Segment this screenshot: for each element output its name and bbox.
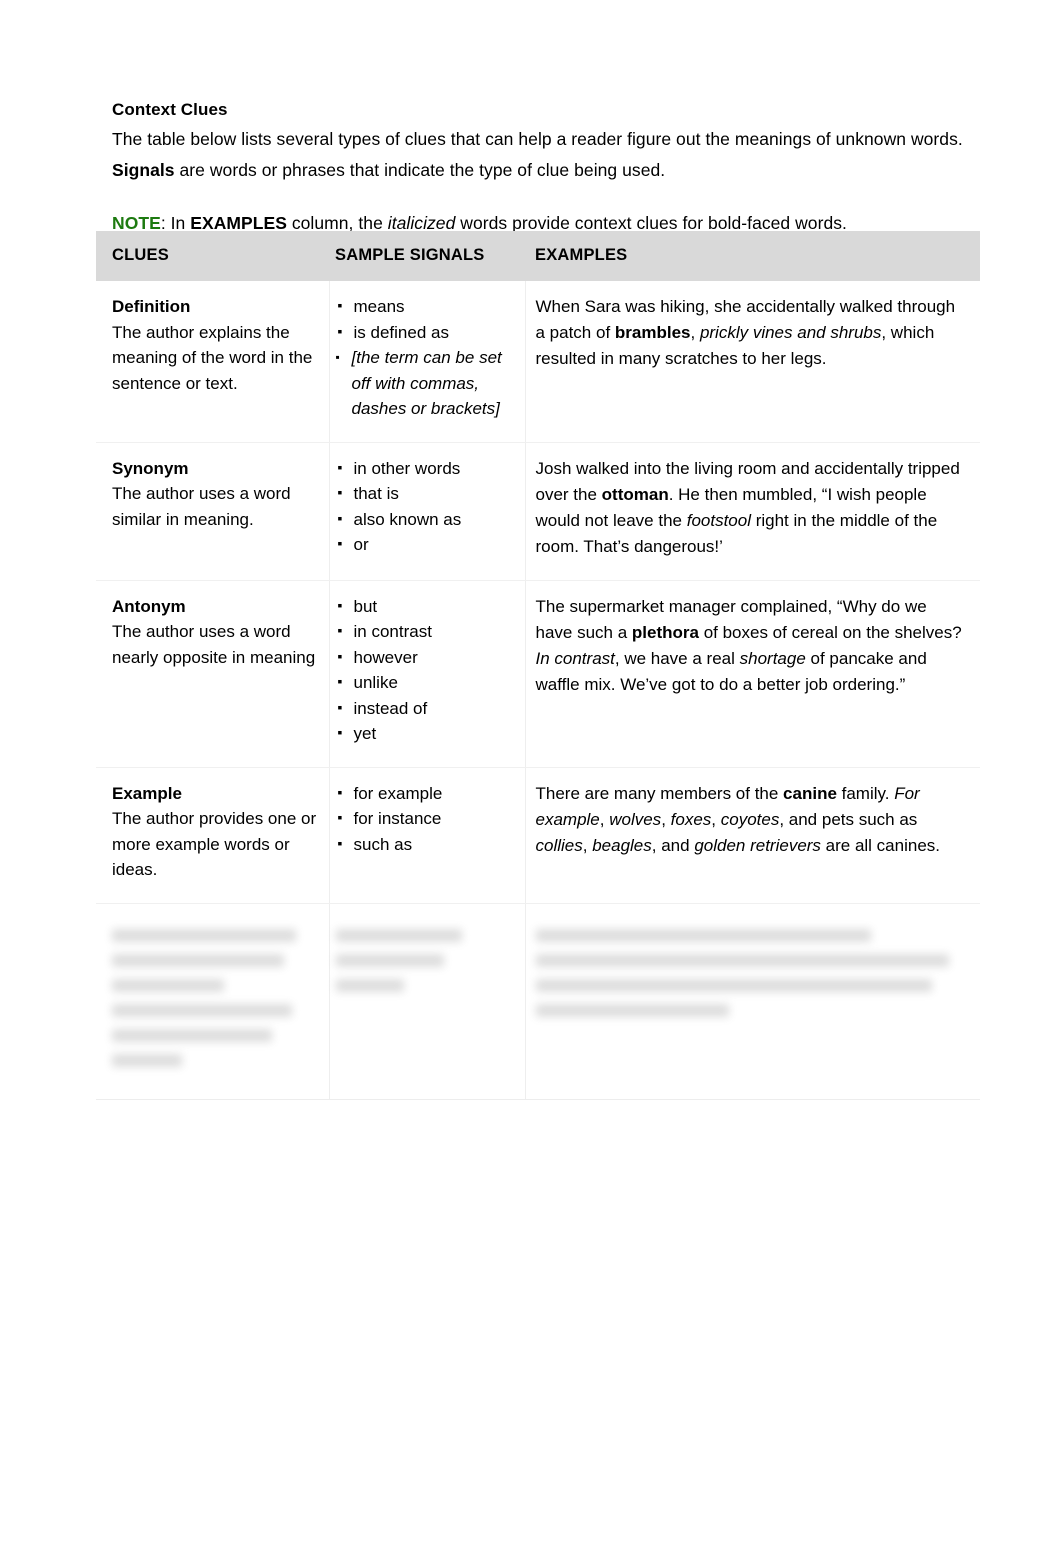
example-italic-clue: prickly vines and shrubs [699, 323, 882, 342]
clue-type-name: Antonym [112, 596, 186, 616]
signal-item: in other words [336, 455, 517, 482]
clue-cell: Synonym The author uses a word similar i… [96, 442, 330, 581]
example-text: , and pets such as [779, 809, 918, 829]
example-bold-word: plethora [631, 622, 699, 642]
intro-text-part2: are words or phrases that indicate the t… [174, 160, 666, 180]
example-italic-clue: footstool [686, 510, 751, 530]
signal-item: instead of [336, 695, 517, 722]
note-label: NOTE [112, 213, 161, 233]
example-text: , [582, 835, 593, 855]
example-bold-word: ottoman [601, 484, 669, 504]
clue-type-name: Definition [112, 297, 191, 316]
signal-item: is defined as [336, 319, 517, 346]
document-page: Context Clues The table below lists seve… [0, 0, 1062, 1556]
signal-item: for example [336, 780, 517, 807]
table-row: Synonym The author uses a word similar i… [96, 442, 980, 581]
blurred-text-block [535, 928, 967, 1017]
signal-item: such as [336, 831, 517, 858]
example-text: , [690, 323, 700, 342]
example-cell: There are many members of the canine fam… [525, 767, 980, 904]
signal-item: or [336, 531, 517, 558]
context-clues-table: CLUES SAMPLE SIGNALS EXAMPLES Definition… [96, 231, 980, 1100]
signal-item: in contrast [336, 618, 517, 645]
clue-cell: Example The author provides one or more … [96, 767, 330, 904]
blurred-text-block [112, 928, 317, 1067]
example-italic-clue: foxes [670, 809, 712, 829]
signals-list: but in contrast however unlike instead o… [336, 593, 517, 747]
note-text-part3: words provide context clues for bold-fac… [455, 213, 847, 233]
signal-item: that is [336, 480, 517, 507]
example-italic-clue: In contrast [535, 648, 615, 668]
signals-list: means is defined as [the term can be set… [336, 293, 517, 422]
column-header-sample-signals: SAMPLE SIGNALS [329, 231, 525, 281]
signals-cell: means is defined as [the term can be set… [329, 281, 526, 443]
note-text-part2: column, the [286, 213, 388, 233]
clue-cell: Antonym The author uses a word nearly op… [96, 580, 330, 768]
example-text: are all canines. [820, 835, 941, 855]
example-italic-clue: beagles [592, 835, 652, 855]
signals-cell-obscured [329, 903, 526, 1100]
example-italic-clue: shortage [739, 648, 806, 668]
table-row: Definition The author explains the meani… [96, 281, 980, 443]
note-text-part1: : In [160, 213, 191, 233]
document-body: Context Clues The table below lists seve… [112, 96, 980, 239]
signal-item: however [336, 644, 517, 671]
example-bold-word: canine [783, 783, 837, 803]
example-cell: Josh walked into the living room and acc… [525, 442, 980, 581]
note-examples-bold: EXAMPLES [190, 213, 287, 233]
clue-type-name: Example [112, 783, 182, 803]
clue-description: The author explains the meaning of the w… [112, 322, 313, 393]
clue-cell: Definition The author explains the meani… [96, 281, 330, 443]
table-row: Example The author provides one or more … [96, 767, 980, 904]
table-row: Antonym The author uses a word nearly op… [96, 580, 980, 768]
signals-cell: for example for instance such as [329, 767, 526, 904]
example-cell: When Sara was hiking, she accidentally w… [525, 281, 980, 443]
note-italicized-word: italicized [387, 213, 456, 233]
example-text: There are many members of the [535, 783, 784, 803]
blurred-text-block [335, 928, 517, 992]
example-italic-clue: golden retrievers [694, 835, 821, 855]
column-header-examples: EXAMPLES [525, 231, 980, 281]
signal-item: also known as [336, 506, 517, 533]
clue-description: The author uses a word similar in meanin… [112, 484, 291, 529]
signals-list: for example for instance such as [336, 780, 517, 858]
signals-cell: but in contrast however unlike instead o… [329, 580, 526, 768]
clue-description: The author provides one or more example … [112, 809, 317, 879]
signal-item: but [336, 593, 517, 620]
page-title: Context Clues [112, 100, 228, 119]
example-text: , we have a real [614, 648, 740, 668]
signal-item: unlike [336, 669, 517, 696]
example-text: , and [651, 835, 695, 855]
signals-cell: in other words that is also known as or [329, 442, 526, 581]
column-header-clues: CLUES [96, 231, 329, 281]
example-cell: The supermarket manager complained, “Why… [525, 580, 980, 768]
table-header-row: CLUES SAMPLE SIGNALS EXAMPLES [96, 231, 980, 281]
example-text: , [711, 809, 721, 829]
signal-item: for instance [336, 805, 517, 832]
signal-item: [the term can be set off with commas, da… [336, 345, 517, 422]
example-cell-obscured [525, 903, 980, 1100]
example-text: of boxes of cereal on the shelves? [698, 622, 962, 642]
signals-list: in other words that is also known as or [336, 455, 517, 558]
signal-item: means [336, 293, 517, 320]
clue-type-name: Synonym [112, 458, 189, 478]
example-italic-clue: collies [535, 835, 583, 855]
example-italic-clue: coyotes [720, 809, 780, 829]
table-row-obscured [96, 903, 980, 1100]
example-text: , [599, 809, 610, 829]
example-text: , [661, 809, 671, 829]
signal-item: yet [336, 720, 517, 747]
example-italic-clue: wolves [609, 809, 662, 829]
intro-signals-bold: Signals [112, 160, 175, 180]
example-text: family. [836, 783, 895, 803]
clue-cell-obscured [96, 903, 330, 1100]
intro-text-part1: The table below lists several types of c… [112, 129, 963, 149]
intro-paragraph: The table below lists several types of c… [112, 124, 980, 186]
example-bold-word: brambles [614, 323, 691, 342]
clue-description: The author uses a word nearly opposite i… [112, 622, 316, 667]
